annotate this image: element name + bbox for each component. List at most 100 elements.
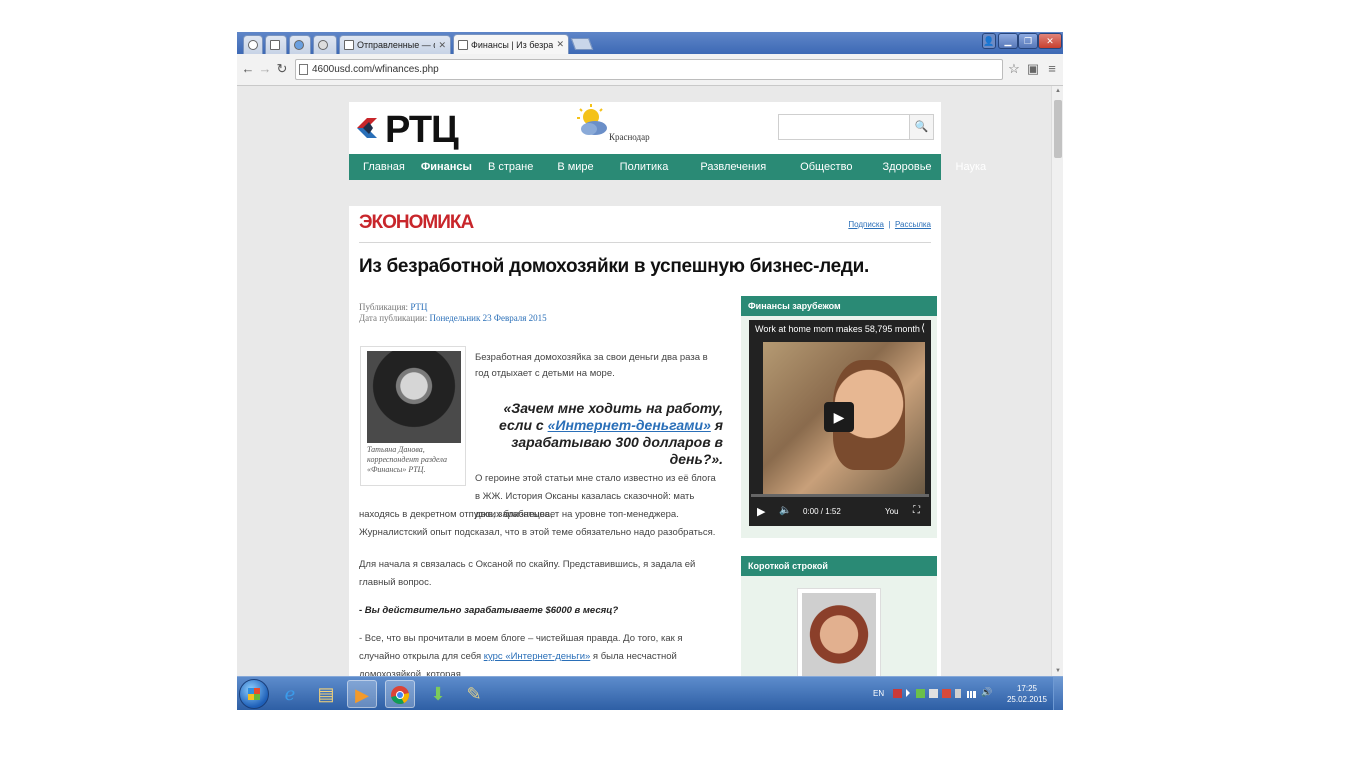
forward-icon[interactable]: → (258, 61, 272, 77)
tab-pinned-1[interactable] (243, 35, 263, 54)
language-indicator[interactable]: EN (873, 689, 884, 698)
video-player[interactable]: Work at home mom makes 58,795 month ⟨ ▶ … (749, 320, 931, 526)
article-paragraph: Для начала я связалась с Оксаной по скай… (359, 559, 696, 588)
download-icon[interactable]: ⬇ (423, 680, 453, 708)
network-icon[interactable] (967, 691, 976, 698)
video-progress-bar[interactable] (751, 494, 929, 497)
tab-close-icon[interactable]: ✕ (438, 40, 446, 51)
fullscreen-icon[interactable]: ⛶ (913, 505, 920, 516)
widget-title: Короткой строкой (741, 556, 937, 576)
meta-published-label: Публикация: (359, 302, 409, 312)
youtube-icon[interactable]: You (885, 507, 899, 516)
close-button[interactable]: ✕ (1038, 33, 1062, 49)
article-content: ЭКОНОМИКА Подписка | Рассылка Из безрабо… (349, 206, 941, 676)
nav-item-society[interactable]: Общество (800, 154, 852, 180)
minimize-button[interactable]: ▁ (998, 33, 1018, 49)
scrollbar-thumb[interactable] (1054, 100, 1062, 158)
download-tray-icon[interactable] (916, 689, 925, 698)
ie-icon (294, 40, 304, 50)
search-icon[interactable]: 🔍 (910, 114, 934, 140)
article-quote: «Зачем мне ходить на работу, если с «Инт… (475, 400, 723, 468)
new-tab-button[interactable] (570, 38, 594, 50)
photo-caption: Татьяна Данова, корреспондент раздела «Ф… (367, 445, 447, 474)
article-paragraph: находясь в декретном отпуске, зарабатыва… (359, 509, 716, 538)
paint-icon[interactable]: ✎ (459, 680, 489, 708)
tab-pinned-2[interactable] (265, 35, 287, 54)
media-icon[interactable]: ▶ (347, 680, 377, 708)
reload-icon[interactable]: ↻ (275, 61, 289, 77)
video-widget: Work at home mom makes 58,795 month ⟨ ▶ … (741, 316, 937, 538)
course-link[interactable]: курс «Интернет-деньги» (484, 651, 591, 662)
quote-link[interactable]: «Интернет-деньгами» (548, 417, 711, 433)
tab-mail[interactable]: Отправленные — dwitel ✕ (339, 35, 451, 54)
nav-item-finance[interactable]: Финансы (421, 154, 472, 180)
maximize-button[interactable]: ❐ (1018, 33, 1038, 49)
clock-time: 17:25 (1016, 684, 1037, 693)
nav-item-world[interactable]: В мире (557, 154, 593, 180)
share-icon[interactable]: ⟨ (921, 323, 925, 334)
nav-item-politics[interactable]: Политика (620, 154, 669, 180)
volume-icon[interactable]: 🔈 (779, 505, 791, 516)
tab-label: Финансы | Из безработн (471, 39, 554, 50)
article-meta: Публикация: РТЦ Дата публикации: Понедел… (359, 302, 547, 324)
scroll-down-icon[interactable]: ▼ (1054, 668, 1062, 674)
tab-pinned-4[interactable] (313, 35, 337, 54)
divider (359, 242, 931, 243)
shield-icon[interactable] (942, 689, 951, 698)
star-icon[interactable]: ☆ (1007, 61, 1021, 77)
meta-date-label: Дата публикации: (359, 313, 428, 323)
flag-icon[interactable] (893, 689, 902, 698)
clock[interactable]: 17:25 25.02.2015 (1007, 683, 1047, 705)
author-photo-box: Татьяна Данова, корреспондент раздела «Ф… (360, 346, 466, 486)
news-widget (741, 576, 937, 676)
logo-icon (357, 118, 377, 138)
widget-title: Финансы зарубежом (741, 296, 937, 316)
taskbar: ℯ ▤ ▶ ⬇ ✎ EN 🔊 17:25 25.02.2015 (237, 676, 1063, 710)
weather-city[interactable]: Краснодар (609, 132, 650, 142)
explorer-icon[interactable]: ▤ (311, 680, 341, 708)
nav-item-science[interactable]: Наука (956, 154, 987, 180)
nav-item-entertainment[interactable]: Развлечения (700, 154, 766, 180)
volume-icon[interactable]: 🔊 (981, 687, 992, 698)
video-time: 0:00 / 1:52 (803, 507, 841, 516)
main-nav: Главная Финансы В стране В мире Политика… (349, 154, 986, 180)
page-icon (458, 39, 468, 50)
address-bar[interactable]: 4600usd.com/wfinances.php (295, 59, 1003, 80)
tab-pinned-3[interactable] (289, 35, 311, 54)
device-icon[interactable] (955, 689, 961, 698)
system-tray: EN 🔊 (873, 677, 1013, 710)
menu-icon[interactable]: ≡ (1045, 61, 1059, 77)
nav-item-home[interactable]: Главная (363, 154, 405, 180)
ie-icon[interactable]: ℯ (275, 680, 305, 708)
extension-icon[interactable]: ▣ (1026, 61, 1040, 77)
arrow-icon[interactable] (906, 689, 910, 697)
nav-item-country[interactable]: В стране (488, 154, 533, 180)
chrome-icon[interactable] (385, 680, 415, 708)
tab-strip: Отправленные — dwitel ✕ Финансы | Из без… (237, 32, 1063, 54)
tab-finance[interactable]: Финансы | Из безработн ✕ (453, 34, 569, 54)
play-icon[interactable]: ▶ (757, 505, 765, 518)
article-paragraph: - Все, что вы прочитали в моем блоге – ч… (359, 630, 721, 676)
nav-item-health[interactable]: Здоровье (882, 154, 931, 180)
show-desktop-button[interactable] (1053, 677, 1063, 710)
image-icon (270, 40, 280, 50)
news-photo[interactable] (797, 588, 881, 676)
search-input[interactable] (778, 114, 910, 140)
scroll-up-icon[interactable]: ▲ (1054, 88, 1062, 94)
play-icon[interactable]: ▶ (824, 402, 854, 432)
scrollbar[interactable]: ▲ ▼ (1051, 86, 1063, 676)
site-logo[interactable]: РТЦ (385, 108, 459, 152)
meta-published-value[interactable]: РТЦ (410, 302, 427, 312)
monitor-icon[interactable] (929, 689, 938, 698)
start-icon[interactable] (239, 679, 269, 709)
back-icon[interactable]: ← (241, 61, 255, 77)
subscribe-link[interactable]: Подписка (848, 220, 884, 229)
tab-close-icon[interactable]: ✕ (556, 39, 564, 50)
video-title[interactable]: Work at home mom makes 58,795 month (755, 324, 920, 334)
weather-sun-cloud-icon (577, 104, 607, 135)
tab-label: Отправленные — dwitel (357, 40, 435, 50)
screen: Отправленные — dwitel ✕ Финансы | Из без… (237, 32, 1063, 710)
mailing-link[interactable]: Рассылка (895, 220, 931, 229)
user-icon[interactable]: 👤 (982, 33, 996, 49)
page-viewport: РТЦ Краснодар 🔍 Главная Финансы В стране… (237, 86, 1063, 676)
